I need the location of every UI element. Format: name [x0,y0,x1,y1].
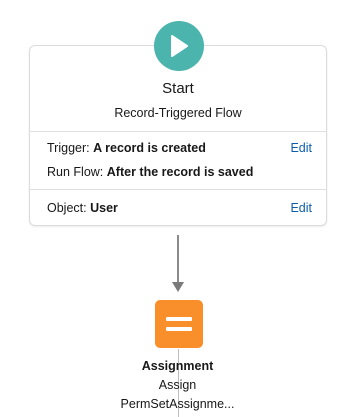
play-icon-glyph [171,35,188,57]
card-divider [30,131,326,132]
flow-connector [177,235,179,283]
connector-arrow-icon [172,282,184,292]
card-divider [30,189,326,190]
edit-trigger-link[interactable]: Edit [290,141,312,155]
assignment-name-line1: Assign [158,378,197,392]
assignment-equals-icon[interactable] [155,300,203,348]
assignment-type-label: Assignment [141,359,214,373]
run-flow-label: Run Flow: [47,165,104,179]
object-row: Object: User Edit [47,201,312,215]
object-text: Object: User [47,201,118,215]
object-label: Object: [47,201,87,215]
trigger-label: Trigger: [47,141,90,155]
run-flow-text: Run Flow: After the record is saved [47,165,253,179]
run-flow-value: After the record is saved [106,165,254,179]
edit-object-link[interactable]: Edit [290,201,312,215]
start-node-subtitle: Record-Triggered Flow [114,106,242,120]
start-node-card[interactable]: Start Record-Triggered Flow Trigger: A r… [29,45,327,226]
assignment-name-line2: PermSetAssignme... [120,397,235,411]
trigger-value: A record is created [93,141,206,155]
equals-glyph [166,317,192,331]
run-flow-row: Run Flow: After the record is saved [47,165,312,179]
trigger-text: Trigger: A record is created [47,141,206,155]
play-icon[interactable] [154,21,204,71]
start-node-title: Start [162,80,194,97]
trigger-row: Trigger: A record is created Edit [47,141,312,155]
object-value: User [90,201,118,215]
